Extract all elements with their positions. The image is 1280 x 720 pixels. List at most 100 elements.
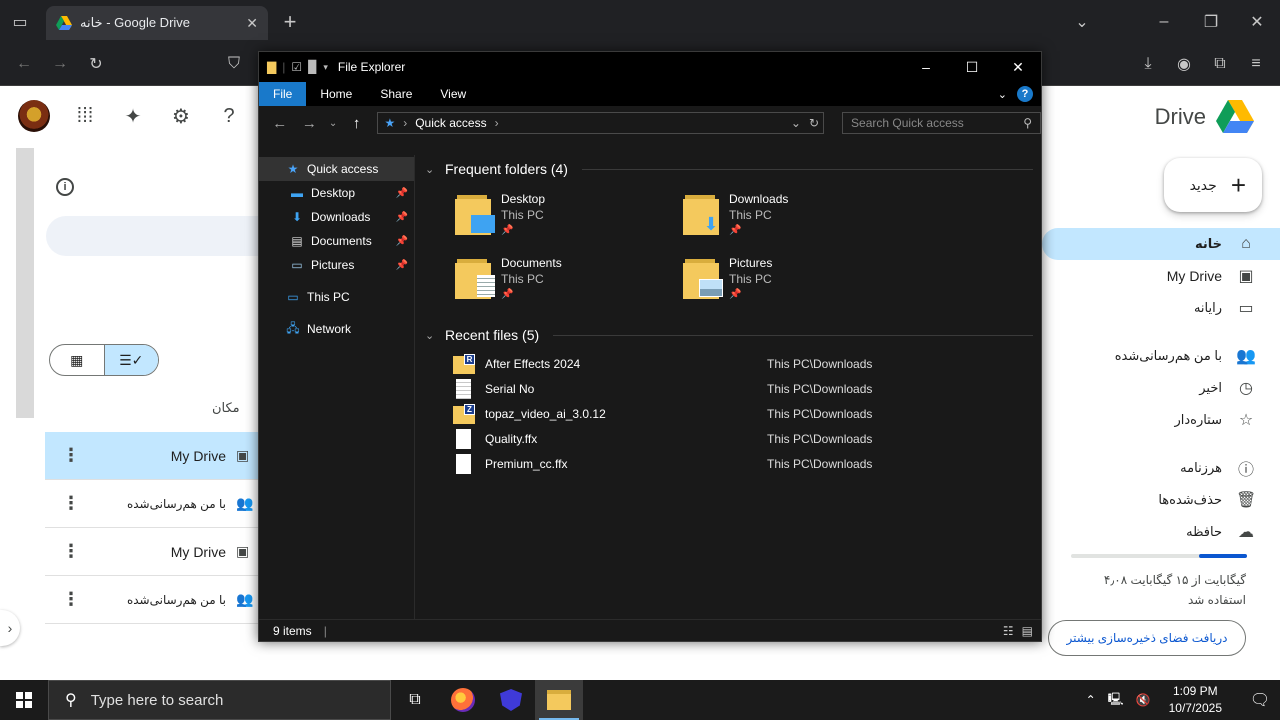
- explorer-search-input[interactable]: Search Quick access ⚲: [842, 112, 1041, 134]
- tab-view[interactable]: View: [426, 82, 480, 106]
- recent-locations-chevron-icon[interactable]: ⌄: [326, 118, 340, 129]
- minimize-icon[interactable]: –: [903, 52, 949, 82]
- sidebar-item-computers[interactable]: رایانه ▭: [1042, 292, 1280, 324]
- sidebar-item-home[interactable]: خانه ⌂: [1042, 228, 1280, 260]
- maximize-icon[interactable]: ☐: [949, 52, 995, 82]
- firefox-app[interactable]: [439, 680, 487, 720]
- table-row[interactable]: ⋮ با من هم‌رسانی‌شده 👥: [45, 480, 260, 528]
- taskbar-search-input[interactable]: ⚲ Type here to search: [48, 680, 391, 720]
- sidebar-item-quick-access[interactable]: ★ Quick access: [259, 157, 414, 181]
- back-icon[interactable]: ←: [10, 50, 38, 78]
- tab-actions-icon[interactable]: ▭: [6, 8, 34, 36]
- more-options-icon[interactable]: ⋮: [45, 541, 97, 562]
- reload-icon[interactable]: ↻: [82, 50, 110, 78]
- expand-panel-chevron-icon[interactable]: ›: [0, 610, 20, 646]
- tab-share[interactable]: Share: [366, 82, 426, 106]
- folder-item-documents[interactable]: Documents This PC 📌: [455, 249, 683, 313]
- task-view-icon[interactable]: ⧉: [391, 680, 439, 720]
- collapse-chevron-icon[interactable]: ⌄: [425, 163, 439, 176]
- list-item[interactable]: Quality.ffx This PC\Downloads: [425, 426, 1041, 451]
- show-hidden-icons-chevron-icon[interactable]: ⌃: [1086, 693, 1096, 707]
- menu-icon[interactable]: ≡: [1242, 50, 1270, 78]
- list-item[interactable]: Z topaz_video_ai_3.0.12 This PC\Download…: [425, 401, 1041, 426]
- sidebar-item-documents[interactable]: ▤ Documents 📌: [259, 229, 414, 253]
- sidebar-item-desktop[interactable]: ▬ Desktop 📌: [259, 181, 414, 205]
- sidebar-item-storage[interactable]: حافظه ☁: [1042, 516, 1280, 548]
- more-options-icon[interactable]: ⋮: [45, 445, 97, 466]
- forward-icon[interactable]: →: [46, 50, 74, 78]
- sidebar-item-trash[interactable]: حذف‌شده‌ها 🗑: [1042, 484, 1280, 516]
- account-icon[interactable]: ◉: [1170, 50, 1198, 78]
- more-options-icon[interactable]: ⋮: [45, 589, 97, 610]
- sidebar-item-shared[interactable]: با من هم‌رسانی‌شده 👥: [1042, 340, 1280, 372]
- address-dropdown-icon[interactable]: ⌄: [791, 116, 801, 130]
- refresh-icon[interactable]: ↻: [809, 116, 819, 130]
- large-icons-view-icon[interactable]: ▤: [1022, 624, 1033, 638]
- notifications-icon[interactable]: 🗨: [1240, 680, 1280, 720]
- avatar[interactable]: [18, 100, 50, 132]
- list-item[interactable]: Serial No This PC\Downloads: [425, 376, 1041, 401]
- new-folder-icon[interactable]: ▉: [308, 60, 317, 74]
- view-toggle[interactable]: ▦ ☰✓: [49, 344, 159, 376]
- new-tab-button[interactable]: +: [276, 8, 304, 36]
- list-view-icon[interactable]: ☰✓: [103, 345, 158, 375]
- settings-gear-icon[interactable]: ⚙: [168, 103, 194, 129]
- new-button[interactable]: جدید +: [1164, 158, 1262, 212]
- expand-ribbon-chevron-icon[interactable]: ⌄: [998, 88, 1007, 101]
- tab-home[interactable]: Home: [306, 82, 366, 106]
- drive-logo[interactable]: Drive: [1155, 100, 1254, 134]
- close-browser-icon[interactable]: ✕: [1243, 8, 1271, 36]
- scrollbar[interactable]: [16, 148, 34, 418]
- location-column-header[interactable]: مکان: [212, 400, 240, 416]
- table-row[interactable]: ⋮ My Drive ▣: [45, 432, 260, 480]
- gemini-sparkle-icon[interactable]: ✦: [120, 103, 146, 129]
- apps-grid-icon[interactable]: ⁞⁞⁞: [72, 103, 98, 129]
- folder-item-desktop[interactable]: Desktop This PC 📌: [455, 185, 683, 249]
- sidebar-item-starred[interactable]: ستاره‌دار ☆: [1042, 404, 1280, 436]
- volume-muted-icon[interactable]: 🔇: [1136, 693, 1151, 707]
- pin-icon[interactable]: 📌: [396, 188, 408, 199]
- minimize-browser-icon[interactable]: –: [1150, 8, 1178, 36]
- forward-arrow-icon[interactable]: →: [297, 115, 323, 132]
- details-view-icon[interactable]: ☷: [1003, 624, 1014, 638]
- more-options-icon[interactable]: ⋮: [45, 493, 97, 514]
- extensions-icon[interactable]: ⧉: [1206, 50, 1234, 78]
- sidebar-item-downloads[interactable]: ⬇ Downloads 📌: [259, 205, 414, 229]
- customize-dropdown-icon[interactable]: ▾: [323, 62, 328, 73]
- sidebar-item-this-pc[interactable]: ▭ This PC: [259, 285, 414, 309]
- folder-item-pictures[interactable]: Pictures This PC 📌: [683, 249, 911, 313]
- back-arrow-icon[interactable]: ←: [267, 115, 293, 132]
- collapse-chevron-icon[interactable]: ⌄: [425, 329, 439, 342]
- clock[interactable]: 1:09 PM 10/7/2025: [1163, 683, 1228, 717]
- restore-browser-icon[interactable]: ❐: [1197, 8, 1225, 36]
- downloads-icon[interactable]: ⤓: [1134, 50, 1162, 78]
- close-tab-icon[interactable]: ✕: [246, 15, 258, 32]
- sidebar-item-spam[interactable]: هرزنامه ⓘ: [1042, 452, 1280, 484]
- list-item[interactable]: R After Effects 2024 This PC\Downloads: [425, 351, 1041, 376]
- start-button[interactable]: [0, 680, 48, 720]
- grid-view-icon[interactable]: ▦: [50, 345, 104, 375]
- sidebar-item-my-drive[interactable]: My Drive ▣: [1042, 260, 1280, 292]
- up-arrow-icon[interactable]: ↑: [344, 115, 370, 132]
- folder-item-downloads[interactable]: ⬇ Downloads This PC 📌: [683, 185, 911, 249]
- browser-tab-drive[interactable]: خانه - Google Drive ✕: [46, 6, 268, 40]
- sidebar-item-recent[interactable]: اخیر ◷: [1042, 372, 1280, 404]
- tab-file[interactable]: File: [259, 82, 307, 106]
- get-more-storage-button[interactable]: دریافت فضای ذخیره‌سازی بیشتر: [1048, 620, 1246, 656]
- pin-icon[interactable]: 📌: [396, 260, 408, 271]
- recent-files-header[interactable]: ⌄ Recent files (5): [425, 321, 1041, 349]
- pin-icon[interactable]: 📌: [396, 212, 408, 223]
- sidebar-item-network[interactable]: 🖧 Network: [259, 317, 414, 341]
- address-bar[interactable]: ★ › Quick access › ⌄ ↻: [377, 112, 825, 134]
- info-icon[interactable]: i: [56, 178, 74, 196]
- breadcrumb[interactable]: Quick access: [415, 116, 486, 130]
- file-explorer-app[interactable]: [535, 680, 583, 720]
- sidebar-item-pictures[interactable]: ▭ Pictures 📌: [259, 253, 414, 277]
- help-icon[interactable]: ?: [1017, 86, 1033, 102]
- shield-icon[interactable]: ⛉: [220, 50, 248, 78]
- close-window-icon[interactable]: ✕: [995, 52, 1041, 82]
- list-item[interactable]: Premium_cc.ffx This PC\Downloads: [425, 451, 1041, 476]
- properties-icon[interactable]: ☑: [291, 60, 302, 74]
- explorer-title-bar[interactable]: ▇ | ☑ ▉ ▾ File Explorer – ☐ ✕: [259, 52, 1041, 82]
- network-icon[interactable]: 🖳: [1108, 690, 1124, 711]
